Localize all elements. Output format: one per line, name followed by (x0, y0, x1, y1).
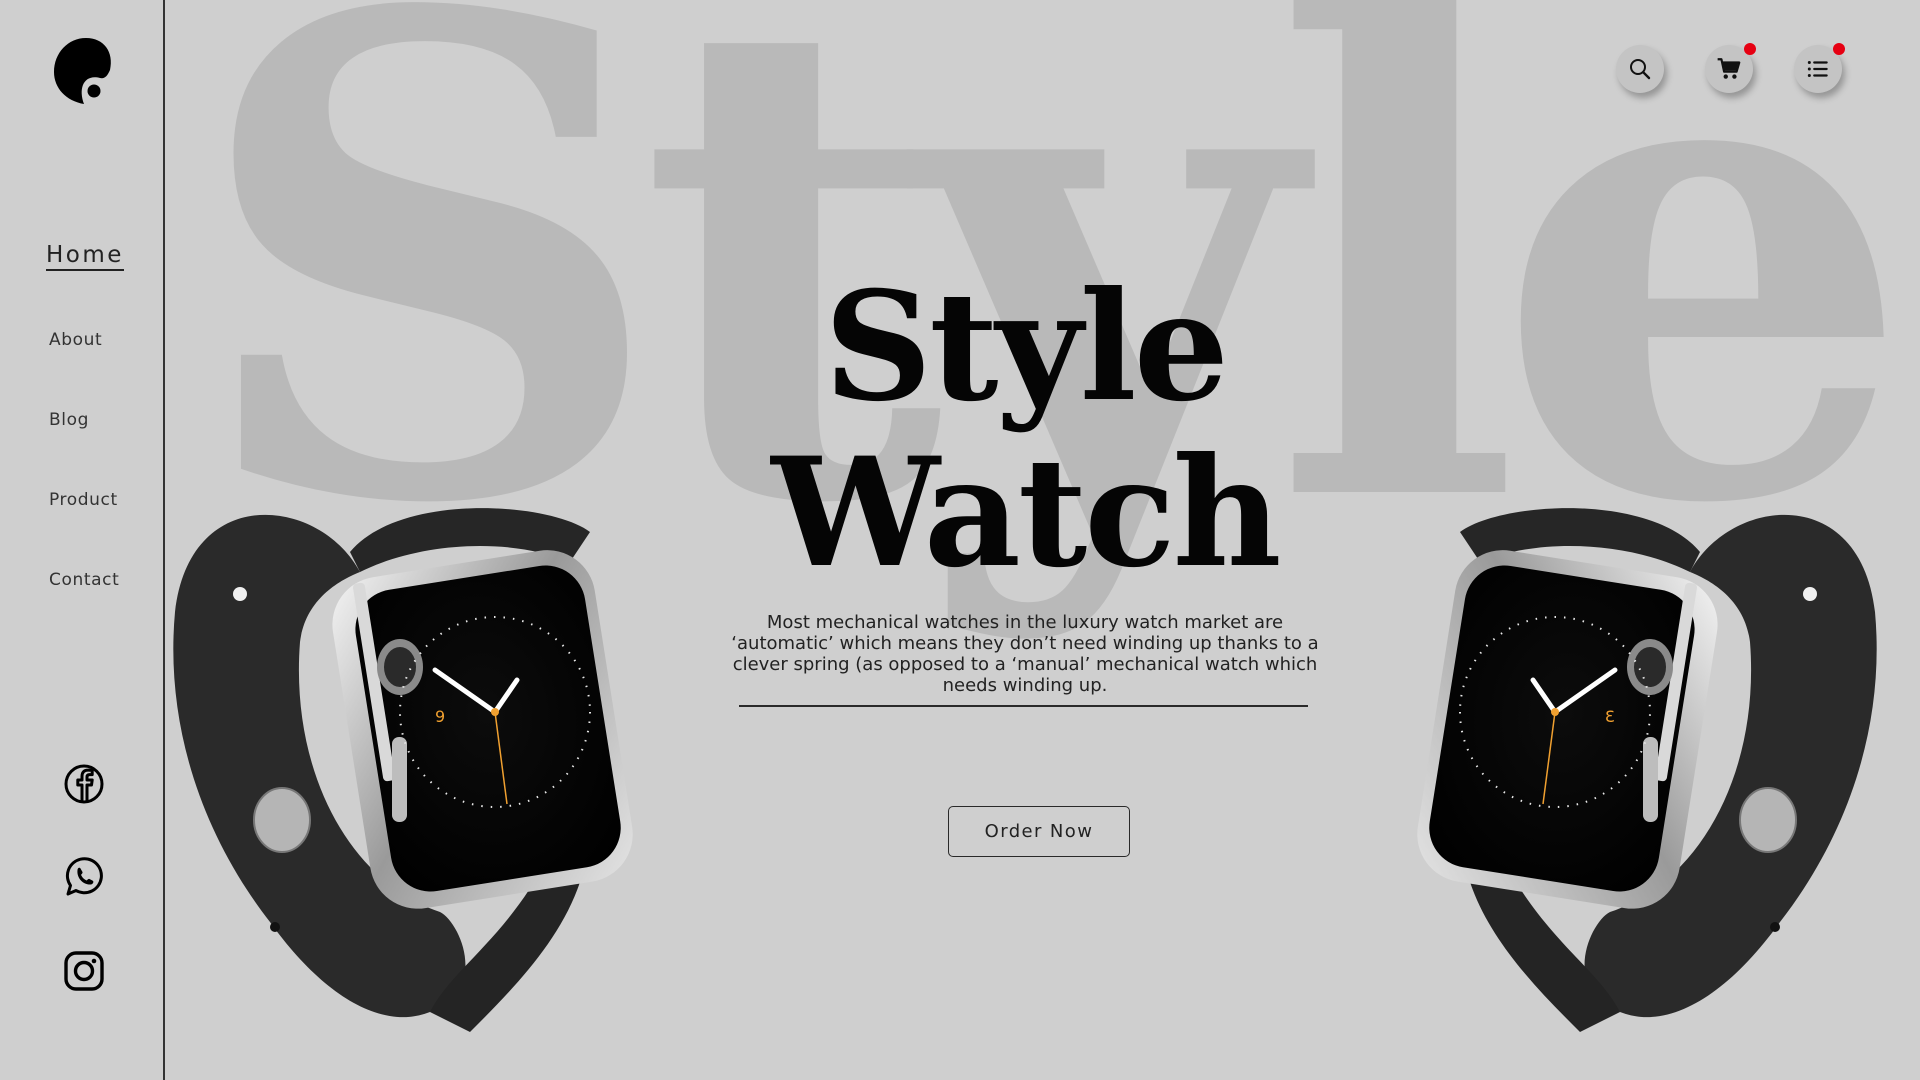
instagram-icon[interactable] (63, 950, 105, 992)
order-now-button[interactable]: Order Now (948, 806, 1130, 857)
divider-line (739, 705, 1308, 707)
smartwatch-image-left: 9 (173, 508, 633, 1032)
watch-numeral-left: 9 (435, 707, 445, 726)
cart-notification-badge (1744, 43, 1756, 55)
cart-icon (1717, 58, 1741, 79)
sidebar: Home About Blog Product Contact (0, 0, 165, 1080)
cart-button[interactable] (1705, 43, 1756, 93)
nav-contact[interactable]: Contact (49, 570, 119, 590)
nav-about[interactable]: About (49, 330, 102, 350)
search-icon (1630, 59, 1651, 80)
hero-description: Most mechanical watches in the luxury wa… (731, 612, 1319, 696)
brand-logo[interactable] (54, 38, 114, 104)
smartwatch-image-right: 3 (1417, 508, 1877, 1032)
menu-button[interactable] (1794, 43, 1845, 93)
nav-product[interactable]: Product (49, 490, 118, 510)
watch-numeral-right: 3 (1605, 707, 1615, 726)
nav-home[interactable]: Home (46, 242, 124, 271)
search-button[interactable] (1616, 45, 1664, 93)
hero-title-line1: Style (823, 259, 1229, 435)
facebook-icon[interactable] (63, 763, 105, 805)
hero-title-line2: Watch (771, 425, 1281, 601)
menu-notification-badge (1833, 43, 1845, 55)
whatsapp-icon[interactable] (63, 856, 105, 898)
menu-list-icon (1807, 60, 1828, 78)
nav-blog[interactable]: Blog (49, 410, 89, 430)
